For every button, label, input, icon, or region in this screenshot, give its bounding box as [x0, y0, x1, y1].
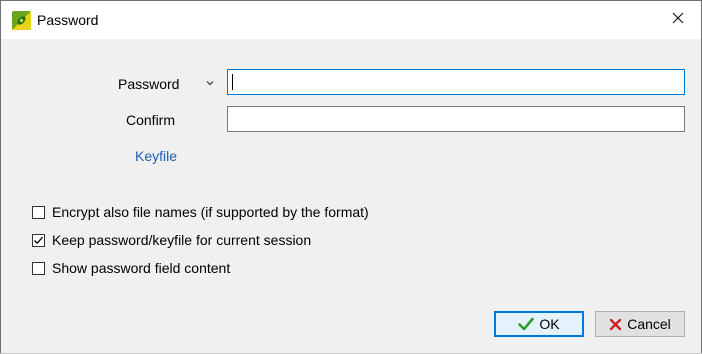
close-button[interactable] [655, 1, 701, 39]
password-field[interactable] [227, 69, 685, 95]
text-caret [232, 74, 233, 90]
checkbox[interactable] [32, 205, 45, 219]
option-keep-password[interactable]: Keep password/keyfile for current sessio… [32, 231, 311, 249]
chevron-down-icon [206, 81, 214, 86]
password-label: Password [118, 76, 180, 92]
ok-button[interactable]: OK [494, 311, 584, 337]
check-icon [518, 317, 535, 331]
checkbox[interactable] [32, 233, 45, 247]
password-dialog: Password Password Confirm Keyfile Encryp… [0, 0, 702, 354]
password-history-dropdown[interactable] [204, 76, 216, 88]
option-encrypt-file-names[interactable]: Encrypt also file names (if supported by… [32, 203, 369, 221]
app-logo-icon [12, 11, 31, 30]
checkmark-icon [34, 236, 43, 244]
title-bar: Password [1, 1, 701, 39]
keyfile-link[interactable]: Keyfile [135, 147, 177, 165]
ok-label: OK [539, 316, 560, 332]
confirm-password-field[interactable] [227, 106, 685, 132]
option-label: Encrypt also file names (if supported by… [52, 204, 369, 220]
confirm-label: Confirm [126, 112, 176, 128]
checkbox[interactable] [32, 261, 45, 275]
cancel-label: Cancel [627, 316, 671, 332]
cancel-button[interactable]: Cancel [595, 311, 685, 337]
option-label: Show password field content [52, 260, 231, 276]
window-title: Password [37, 12, 99, 28]
close-icon [672, 11, 684, 29]
option-label: Keep password/keyfile for current sessio… [52, 232, 312, 248]
option-show-password[interactable]: Show password field content [32, 259, 230, 277]
x-icon [609, 318, 622, 331]
